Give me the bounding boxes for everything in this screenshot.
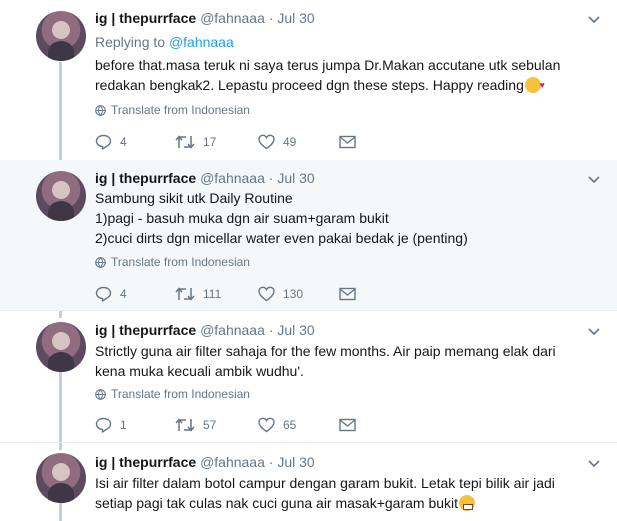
envelope-icon xyxy=(339,418,356,432)
tweet-text: Sambung sikit utk Daily Routine 1)pagi -… xyxy=(95,188,575,248)
reply-count: 4 xyxy=(120,135,127,149)
retweet-count: 57 xyxy=(203,418,217,432)
translate-label[interactable]: Translate from Indonesian xyxy=(111,255,250,269)
avatar[interactable] xyxy=(36,11,86,61)
tweet-line: Strictly guna air filter sahaja for the … xyxy=(95,343,556,359)
envelope-icon xyxy=(339,135,356,149)
tweet[interactable]: ig | thepurrface @fahnaaa · Jul 30 Sambu… xyxy=(0,160,617,310)
heart-icon xyxy=(258,286,275,302)
tweet-line: 1)pagi - basuh muka dgn air suam+garam b… xyxy=(95,210,389,226)
handle[interactable]: @fahnaaa xyxy=(200,10,265,26)
like-count: 65 xyxy=(283,418,297,432)
retweet-button[interactable]: 111 xyxy=(175,285,221,303)
tweet-text: before that.masa teruk ni saya terus jum… xyxy=(95,55,575,95)
translate-label[interactable]: Translate from Indonesian xyxy=(111,103,250,117)
retweet-button[interactable]: 57 xyxy=(175,416,216,434)
like-button[interactable]: 49 xyxy=(258,133,296,151)
tweet-line: before that.masa teruk ni saya terus jum… xyxy=(95,57,561,73)
tweet[interactable]: ig | thepurrface @fahnaaa · Jul 30 Reply… xyxy=(0,0,617,160)
replying-handle-link[interactable]: @fahnaaa xyxy=(169,34,234,50)
reply-icon xyxy=(95,417,112,433)
translate-link[interactable]: Translate from Indonesian xyxy=(95,387,250,401)
heart-icon xyxy=(258,417,275,433)
handle[interactable]: @fahnaaa xyxy=(200,454,265,470)
reply-count: 1 xyxy=(120,418,127,432)
reply-button[interactable]: 4 xyxy=(95,285,127,303)
tweet-text: Strictly guna air filter sahaja for the … xyxy=(95,341,575,381)
kissing-face-emoji-icon xyxy=(524,75,545,95)
reply-count: 4 xyxy=(120,287,127,301)
direct-message-button[interactable] xyxy=(339,285,356,303)
retweet-button[interactable]: 17 xyxy=(175,133,216,151)
retweet-icon xyxy=(175,287,195,301)
tweet[interactable]: ig | thepurrface @fahnaaa · Jul 30 Isi a… xyxy=(0,443,617,521)
direct-message-button[interactable] xyxy=(339,416,356,434)
globe-icon xyxy=(95,104,106,116)
retweet-icon xyxy=(175,135,195,149)
tweet-line-wrap: setiap pagi tak culas nak cuci guna air … xyxy=(95,493,575,513)
tweet-date[interactable]: · Jul 30 xyxy=(269,454,315,470)
envelope-icon xyxy=(339,287,356,301)
like-count: 130 xyxy=(283,287,304,301)
chevron-down-icon[interactable] xyxy=(588,173,600,185)
chevron-down-icon[interactable] xyxy=(588,325,600,337)
like-button[interactable]: 130 xyxy=(258,285,303,303)
replying-to: Replying to @fahnaaa xyxy=(95,33,234,51)
display-name[interactable]: ig | thepurrface xyxy=(95,454,196,470)
display-name[interactable]: ig | thepurrface xyxy=(95,322,196,338)
tweet-line-wrap: redakan bengkak2. Lepastu proceed dgn th… xyxy=(95,75,575,95)
reply-icon xyxy=(95,286,112,302)
retweet-icon xyxy=(175,418,195,432)
heart-icon xyxy=(258,134,275,150)
globe-icon xyxy=(95,256,106,268)
chevron-down-icon[interactable] xyxy=(588,457,600,469)
tweet-date[interactable]: · Jul 30 xyxy=(269,10,315,26)
reply-icon xyxy=(95,134,112,150)
translate-link[interactable]: Translate from Indonesian xyxy=(95,103,250,117)
reply-button[interactable]: 1 xyxy=(95,416,127,434)
tweet-date[interactable]: · Jul 30 xyxy=(269,170,315,186)
reply-button[interactable]: 4 xyxy=(95,133,127,151)
retweet-count: 111 xyxy=(203,287,222,301)
globe-icon xyxy=(95,388,106,400)
tweet-line: redakan bengkak2. Lepastu proceed dgn th… xyxy=(95,77,524,93)
avatar[interactable] xyxy=(36,322,86,372)
translate-link[interactable]: Translate from Indonesian xyxy=(95,255,250,269)
handle[interactable]: @fahnaaa xyxy=(200,170,265,186)
grimacing-face-emoji-icon xyxy=(459,495,476,511)
retweet-count: 17 xyxy=(203,135,217,149)
tweet-line: Isi air filter dalam botol campur dengan… xyxy=(95,475,555,491)
tweet[interactable]: ig | thepurrface @fahnaaa · Jul 30 Stric… xyxy=(0,311,617,441)
tweet-line: setiap pagi tak culas nak cuci guna air … xyxy=(95,495,459,511)
avatar[interactable] xyxy=(36,453,86,503)
direct-message-button[interactable] xyxy=(339,133,356,151)
like-button[interactable]: 65 xyxy=(258,416,296,434)
avatar[interactable] xyxy=(36,171,86,221)
tweet-date[interactable]: · Jul 30 xyxy=(269,322,315,338)
chevron-down-icon[interactable] xyxy=(588,13,600,25)
translate-label[interactable]: Translate from Indonesian xyxy=(111,387,250,401)
like-count: 49 xyxy=(283,135,297,149)
handle[interactable]: @fahnaaa xyxy=(200,322,265,338)
display-name[interactable]: ig | thepurrface xyxy=(95,170,196,186)
tweet-text: Isi air filter dalam botol campur dengan… xyxy=(95,473,575,513)
tweet-line: 2)cuci dirts dgn micellar water even pak… xyxy=(95,230,468,246)
tweet-line: kena muka kecuali ambik wudhu'. xyxy=(95,363,304,379)
tweet-line: Sambung sikit utk Daily Routine xyxy=(95,190,293,206)
replying-prefix: Replying to xyxy=(95,34,169,50)
display-name[interactable]: ig | thepurrface xyxy=(95,10,196,26)
